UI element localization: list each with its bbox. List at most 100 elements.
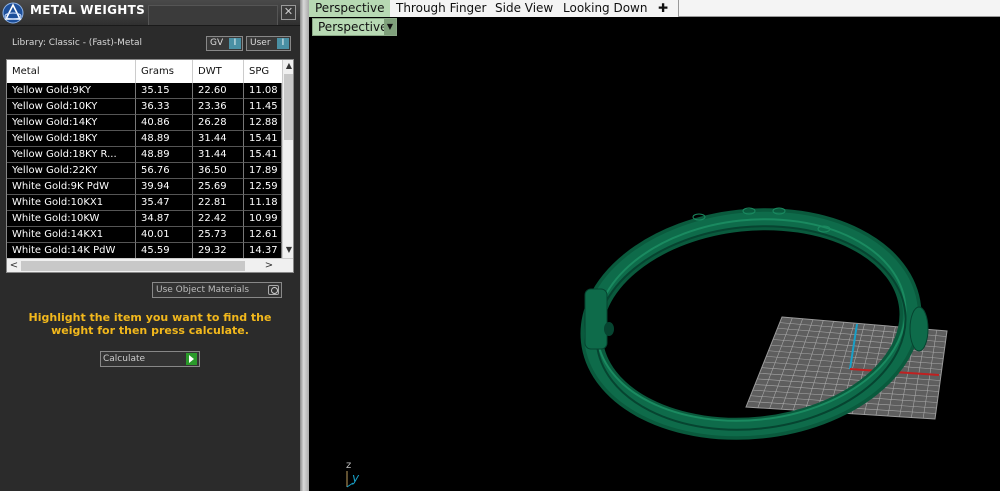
gv-toggle-label: GV xyxy=(210,38,224,48)
chevron-down-icon: ▼ xyxy=(384,19,396,35)
horizontal-scroll-thumb[interactable] xyxy=(21,261,245,271)
table-row[interactable]: Yellow Gold:10KY 36.33 23.36 11.45 xyxy=(7,99,282,115)
table-cell: 11.45 xyxy=(244,99,282,115)
column-header-metal[interactable]: Metal xyxy=(7,60,136,83)
close-button[interactable]: ✕ xyxy=(281,5,296,20)
table-row[interactable]: Yellow Gold:14KY 40.86 26.28 12.88 xyxy=(7,115,282,131)
table-cell: 39.94 xyxy=(136,179,193,195)
table-cell: 36.33 xyxy=(136,99,193,115)
table-cell: 12.88 xyxy=(244,115,282,131)
metal-weights-panel: METAL WEIGHTS ✕ Library: Classic - (Fast… xyxy=(0,0,300,491)
vertical-scrollbar[interactable]: ▲ ▼ xyxy=(282,60,293,258)
table-cell: Yellow Gold:18KY xyxy=(7,131,136,147)
tab-side-view[interactable]: Side View xyxy=(489,0,561,17)
table-cell: Yellow Gold:14KY xyxy=(7,115,136,131)
table-cell: 48.89 xyxy=(136,131,193,147)
view-dropdown-label: Perspective xyxy=(318,20,388,34)
table-row[interactable]: Yellow Gold:22KY 56.76 36.50 17.89 xyxy=(7,163,282,179)
table-row[interactable]: Yellow Gold:18KY R... 48.89 31.44 15.41 xyxy=(7,147,282,163)
table-cell: 35.47 xyxy=(136,195,193,211)
table-cell: 22.60 xyxy=(193,83,244,99)
scroll-down-icon[interactable]: ▼ xyxy=(283,245,293,254)
tab-looking-down[interactable]: Looking Down xyxy=(557,0,655,17)
scroll-up-icon[interactable]: ▲ xyxy=(283,61,293,70)
table-cell: 48.89 xyxy=(136,147,193,163)
table-cell: White Gold:10KX1 xyxy=(7,195,136,211)
table-row[interactable]: White Gold:14KX1 40.01 25.73 12.61 xyxy=(7,227,282,243)
table-row[interactable]: Yellow Gold:9KY 35.15 22.60 11.08 xyxy=(7,83,282,99)
add-tab-icon[interactable]: ✚ xyxy=(648,0,680,17)
table-cell: White Gold:14K PdW xyxy=(7,243,136,259)
view-toolbar: Perspective ▼ xyxy=(309,17,1000,39)
axis-z-label: z xyxy=(346,460,351,471)
table-cell: White Gold:14KX1 xyxy=(7,227,136,243)
table-cell: 17.89 xyxy=(244,163,282,179)
table-cell: Yellow Gold:10KY xyxy=(7,99,136,115)
axis-gizmo: z y xyxy=(346,460,360,488)
table-row[interactable]: Yellow Gold:18KY 48.89 31.44 15.41 xyxy=(7,131,282,147)
view-dropdown[interactable]: Perspective ▼ xyxy=(312,18,397,36)
table-cell: 23.36 xyxy=(193,99,244,115)
table-cell: White Gold:9K PdW xyxy=(7,179,136,195)
user-toggle-knob: I xyxy=(277,38,289,49)
title-tab xyxy=(148,5,278,25)
table-row[interactable]: White Gold:10KX1 35.47 22.81 11.18 xyxy=(7,195,282,211)
table-cell: 12.59 xyxy=(244,179,282,195)
vertical-scroll-thumb[interactable] xyxy=(284,74,293,140)
viewport-canvas[interactable]: z y xyxy=(309,39,1000,491)
table-cell: 31.44 xyxy=(193,131,244,147)
instruction-text: Highlight the item you want to find the … xyxy=(28,311,272,337)
tab-through-finger[interactable]: Through Finger xyxy=(390,0,494,17)
3d-viewport[interactable]: z y xyxy=(309,39,1000,491)
scroll-right-icon[interactable]: > xyxy=(263,260,275,271)
column-header-dwt[interactable]: DWT xyxy=(193,60,244,83)
column-header-grams[interactable]: Grams xyxy=(136,60,193,83)
table-cell: 25.73 xyxy=(193,227,244,243)
app-logo-icon xyxy=(2,2,24,24)
user-toggle[interactable]: User I xyxy=(246,36,291,51)
axis-y-label: y xyxy=(351,471,360,485)
table-cell: 31.44 xyxy=(193,147,244,163)
calculate-label: Calculate xyxy=(103,354,146,364)
use-object-materials-toggle[interactable]: Use Object Materials xyxy=(152,282,282,298)
table-row[interactable]: White Gold:10KW 34.87 22.42 10.99 xyxy=(7,211,282,227)
table-cell: 56.76 xyxy=(136,163,193,179)
gv-toggle[interactable]: GV I xyxy=(206,36,243,51)
radio-icon xyxy=(268,285,279,295)
panel-title: METAL WEIGHTS xyxy=(30,3,146,17)
panel-title-bar: METAL WEIGHTS ✕ xyxy=(0,0,300,26)
play-icon xyxy=(186,353,197,365)
table-cell: 34.87 xyxy=(136,211,193,227)
use-object-materials-label: Use Object Materials xyxy=(156,285,250,295)
calculate-button[interactable]: Calculate xyxy=(100,351,200,367)
table-cell: Yellow Gold:9KY xyxy=(7,83,136,99)
scroll-left-icon[interactable]: < xyxy=(8,260,20,271)
table-row[interactable]: White Gold:14K PdW 45.59 29.32 14.37 xyxy=(7,243,282,259)
table-cell: Yellow Gold:18KY R... xyxy=(7,147,136,163)
table-cell: 14.37 xyxy=(244,243,282,259)
table-cell: 25.69 xyxy=(193,179,244,195)
table-cell: 29.32 xyxy=(193,243,244,259)
table-cell: 22.42 xyxy=(193,211,244,227)
table-row[interactable]: White Gold:9K PdW 39.94 25.69 12.59 xyxy=(7,179,282,195)
library-label: Library: Classic - (Fast)-Metal xyxy=(12,38,143,48)
table-cell: Yellow Gold:22KY xyxy=(7,163,136,179)
table-cell: 40.01 xyxy=(136,227,193,243)
table-cell: White Gold:10KW xyxy=(7,211,136,227)
table-body: Yellow Gold:9KY 35.15 22.60 11.08 Yellow Gol… xyxy=(7,83,282,259)
table-cell: 15.41 xyxy=(244,147,282,163)
view-tab-bar: Perspective Through Finger Side View Loo… xyxy=(309,0,1000,17)
user-toggle-label: User xyxy=(250,38,271,48)
panel-splitter[interactable] xyxy=(300,0,309,491)
table-cell: 22.81 xyxy=(193,195,244,211)
table-cell: 15.41 xyxy=(244,131,282,147)
column-header-spg[interactable]: SPG xyxy=(244,60,282,83)
table-cell: 36.50 xyxy=(193,163,244,179)
horizontal-scrollbar[interactable]: < > xyxy=(7,258,293,272)
table-cell: 40.86 xyxy=(136,115,193,131)
table-cell: 11.08 xyxy=(244,83,282,99)
table-header: Metal Grams DWT SPG xyxy=(7,60,282,83)
table-cell: 10.99 xyxy=(244,211,282,227)
tab-perspective[interactable]: Perspective xyxy=(309,0,392,17)
gv-toggle-knob: I xyxy=(229,38,241,49)
